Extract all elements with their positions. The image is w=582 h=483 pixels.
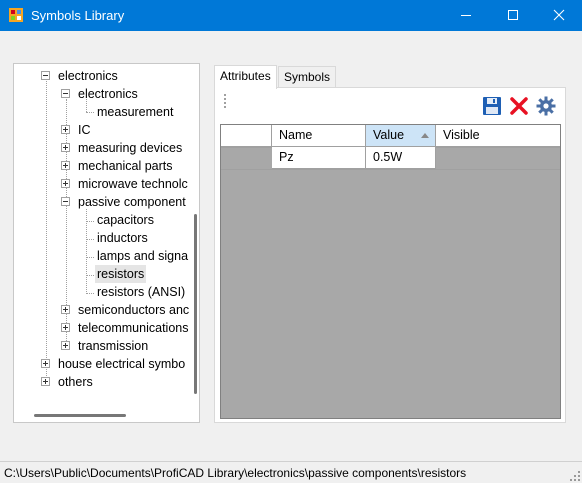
tree-item-label: resistors [97,267,145,281]
tree-connector [86,275,94,276]
cell-text: 0.5W [373,150,403,164]
row-header-corner [221,125,272,147]
vertical-scrollbar[interactable] [194,214,197,394]
tab-label: Symbols [284,70,331,84]
window-title: Symbols Library [31,8,125,23]
tree-connector [46,81,47,386]
close-button[interactable] [536,0,582,31]
tree-connector [86,293,94,294]
maximize-button[interactable] [490,0,536,31]
column-header-label: Value [373,128,405,142]
tree-item-label: passive component [78,195,186,209]
expand-icon[interactable] [61,143,70,152]
maximize-icon [508,10,518,20]
cell-text: Pz [279,150,294,164]
tree-item-label: house electrical symbo [58,357,186,371]
collapse-icon[interactable] [61,89,70,98]
tab-label: Attributes [220,69,271,83]
tree-item-resistors[interactable]: resistors [95,265,147,283]
tab-control: Attributes Symbols Name Value Visible Pz… [214,65,566,423]
tree-connector [86,221,94,222]
delete-icon[interactable] [509,96,529,116]
row-header[interactable] [221,147,272,148]
tree-item-lamps[interactable]: lamps and signa [97,247,188,265]
resize-grip-icon[interactable] [570,471,580,481]
cell-value-new[interactable] [366,169,436,170]
app-icon [9,8,23,22]
status-bar: C:\Users\Public\Documents\ProfiCAD Libra… [0,461,582,483]
tree-item-label: resistors (ANSI) [97,285,186,299]
tree-item-label: semiconductors anc [78,303,190,317]
tab-attributes[interactable]: Attributes [214,65,277,89]
collapse-icon[interactable] [41,71,50,80]
category-tree[interactable]: electronics electronics measurement IC m… [13,63,200,423]
attributes-panel: Name Value Visible Pz 0.5W [214,87,566,423]
title-bar: Symbols Library [0,0,582,31]
tree-item-label: telecommunications [78,321,189,335]
expand-icon[interactable] [61,125,70,134]
expand-icon[interactable] [41,359,50,368]
tree-item-label: measuring devices [78,141,183,155]
tree-item-resistors-ansi[interactable]: resistors (ANSI) [97,283,185,301]
save-icon[interactable] [482,96,502,116]
tree-item-label: capacitors [97,213,154,227]
tree-connector [86,239,94,240]
column-header-value[interactable]: Value [366,125,436,147]
tree-item-capacitors[interactable]: capacitors [97,211,154,229]
cell-name[interactable]: Pz [272,147,366,169]
minimize-button[interactable] [443,0,489,31]
expand-icon[interactable] [61,305,70,314]
tree-item-label: transmission [78,339,149,353]
cell-name-new[interactable] [272,169,366,170]
cell-value[interactable]: 0.5W [366,147,436,169]
tree-item-label: others [58,375,93,389]
collapse-icon[interactable] [61,197,70,206]
expand-icon[interactable] [41,377,50,386]
row-header-new[interactable] [221,169,272,170]
column-header-name[interactable]: Name [272,125,366,147]
horizontal-scrollbar[interactable] [34,414,126,417]
tree-item-label: measurement [97,105,174,119]
toolbar-grip[interactable] [224,94,226,108]
tree-item-label: lamps and signa [97,249,189,263]
tree-item-measurement[interactable]: measurement [97,103,173,121]
column-header-label: Name [279,128,313,142]
gear-icon[interactable] [536,96,556,116]
expand-icon[interactable] [61,179,70,188]
minimize-icon [461,15,471,16]
tree-item-label: microwave technolc [78,177,188,191]
tree-item-label: electronics [58,69,118,83]
cell-visible-new [436,169,560,170]
tree-connector [86,112,94,113]
expand-icon[interactable] [61,323,70,332]
tree-item-inductors[interactable]: inductors [97,229,148,247]
column-header-label: Visible [443,128,480,142]
status-path: C:\Users\Public\Documents\ProfiCAD Libra… [4,466,467,480]
tree-item-label: mechanical parts [78,159,173,173]
tree-item-label: IC [78,123,91,137]
tree-connector [86,257,94,258]
close-icon [553,9,565,21]
tree-item-label: inductors [97,231,148,245]
sort-ascending-icon [421,133,429,138]
expand-icon[interactable] [61,161,70,170]
tab-symbols[interactable]: Symbols [278,66,337,88]
expand-icon[interactable] [61,341,70,350]
attributes-grid[interactable]: Name Value Visible Pz 0.5W [220,124,561,419]
tree-item-label: electronics [78,87,138,101]
column-header-visible[interactable]: Visible [436,125,560,147]
cell-visible [436,147,560,148]
